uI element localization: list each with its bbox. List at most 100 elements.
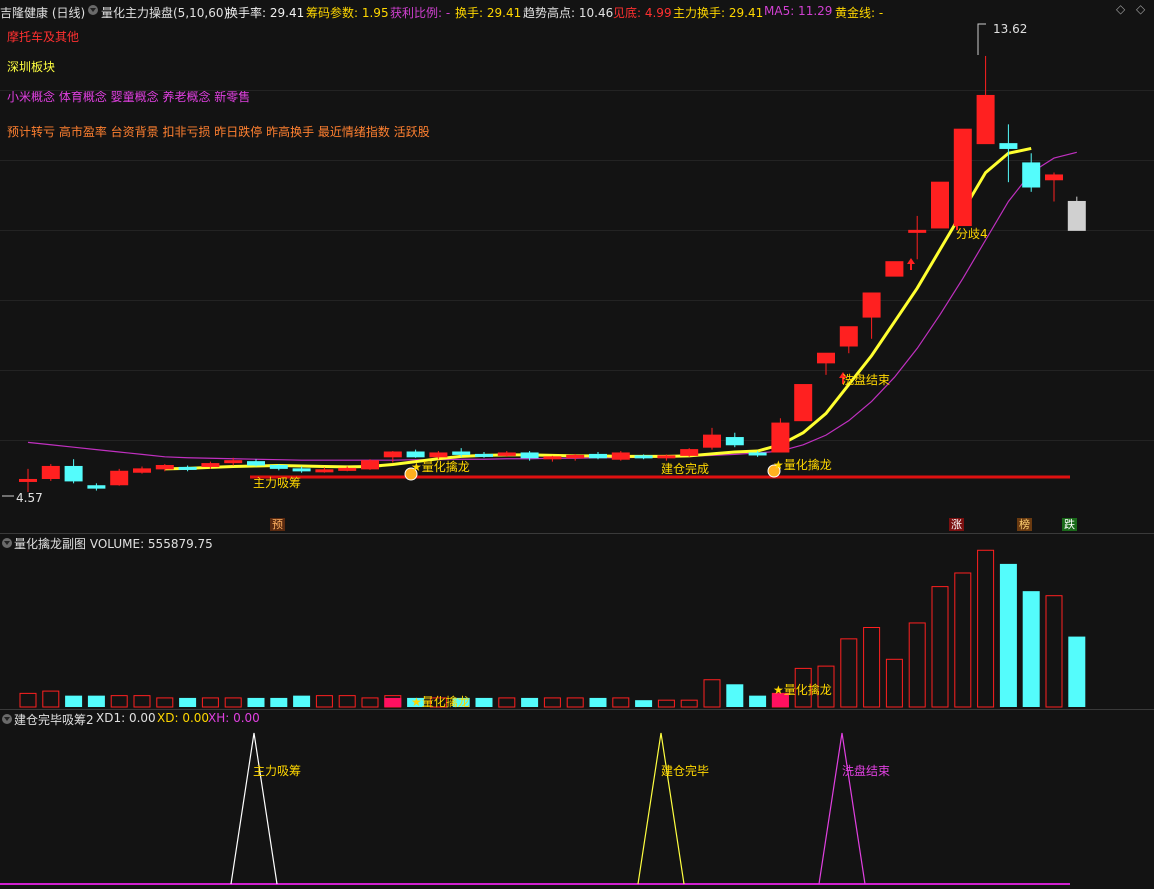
bang-tag[interactable]: 榜 [1017,518,1032,531]
volume-bar [475,697,493,707]
candle-body [87,485,106,489]
fenqi-annotation: 分歧4 [956,227,988,241]
accum-annotation: 主力吸筹 [253,476,302,490]
volume-bar [1045,595,1063,708]
volume-bar [247,697,265,707]
candle-body [817,352,835,364]
candle-body [771,422,790,453]
high-price-label: 13.62 [993,22,1028,36]
ma-yellow-line [164,146,1032,471]
volume-bar [156,697,174,708]
volume-bar [293,695,311,707]
candle-body [406,451,425,458]
candle-body [155,464,174,470]
volume-bar [270,697,288,707]
candle-body [429,452,448,458]
sub-peak [637,732,685,885]
volume-bar [863,627,881,708]
volume-bar [543,697,561,708]
volume-bar [635,700,653,707]
xd-readout: XD: 0.00 [157,711,210,725]
candle-body [247,461,265,466]
volume-bar [87,695,105,707]
candle-body [315,469,334,473]
volume-bar [612,697,630,708]
volume-bar [703,679,721,708]
sub-dropdown-icon[interactable] [2,714,12,724]
candle-body [475,453,493,457]
volume-bar [885,658,903,708]
candle-body [794,384,813,422]
volume-bar [521,697,539,707]
panel-separator-1 [0,533,1154,534]
candle-body [657,455,676,459]
xd1-readout: XD1: 0.00 [96,711,156,725]
volume-dropdown-icon[interactable] [2,538,12,548]
candle-body [1022,162,1041,188]
candle-body [224,460,243,464]
sub-peak-label-1: 主力吸筹 [253,764,302,778]
buy-arrow-icon [907,258,915,270]
volume-bar [749,695,767,707]
volume-qinlong-1: ★量化擒龙 [411,695,470,709]
xh-readout: XH: 0.00 [208,711,260,725]
candle-body [725,437,744,446]
candle-body [748,452,767,456]
candle-body [908,229,927,233]
sub-peak [818,732,866,885]
yu-tag[interactable]: 预 [270,518,285,531]
kline-chart[interactable] [0,0,1154,889]
sub-panel-title[interactable]: 建仓完毕吸筹2 [14,711,94,728]
candle-body [201,463,220,467]
candle-body [133,468,151,473]
jiancang-annotation: 建仓完成 [661,462,710,476]
volume-highlight-bar [384,697,402,707]
volume-bar [657,699,675,708]
sub-peak-label-2: 建仓完毕 [661,764,710,778]
volume-bar [315,695,333,708]
volume-bar [977,549,995,708]
candle-body [520,452,539,459]
qinlong-annotation-1: ★量化擒龙 [411,460,470,474]
volume-bar [840,638,858,708]
qinlong-annotation-2: ★量化擒龙 [773,458,832,472]
volume-bar [498,697,516,708]
volume-bar [19,692,37,708]
candle-body [110,470,129,486]
candle-body [999,143,1018,149]
candle-body [953,128,972,227]
volume-panel-title[interactable]: 量化擒龙副图 VOLUME: 555879.75 [14,535,213,552]
volume-bar [908,622,926,708]
volume-bar [361,697,379,708]
candle-body [703,434,721,448]
candle-body [361,460,379,470]
candle-body [41,465,60,480]
candle-body [64,465,83,482]
candle-body [178,466,197,470]
sub-peak [230,732,278,885]
volume-bar [133,695,151,708]
volume-bar [338,695,356,708]
candle-body [19,478,37,482]
panel-separator-2 [0,709,1154,710]
ma-magenta-line [27,151,1077,461]
candle-body [543,456,562,460]
candle-body [1067,200,1086,231]
candle-body [1045,174,1063,181]
candle-body [839,326,858,347]
zhang-tag[interactable]: 涨 [949,518,964,531]
candle-body [976,94,995,145]
candle-body [680,449,699,456]
candle-body [931,181,949,229]
volume-bar [566,697,584,708]
high-marker [977,23,986,55]
volume-bar [201,697,219,708]
volume-bar [680,699,698,708]
candle-body [452,451,471,455]
die-tag[interactable]: 跌 [1062,518,1077,531]
candle-body [885,261,904,277]
volume-bar [726,684,744,707]
volume-bar [931,586,949,708]
sub-peak-label-3: 洗盘结束 [842,764,891,778]
volume-bar [1022,591,1040,707]
